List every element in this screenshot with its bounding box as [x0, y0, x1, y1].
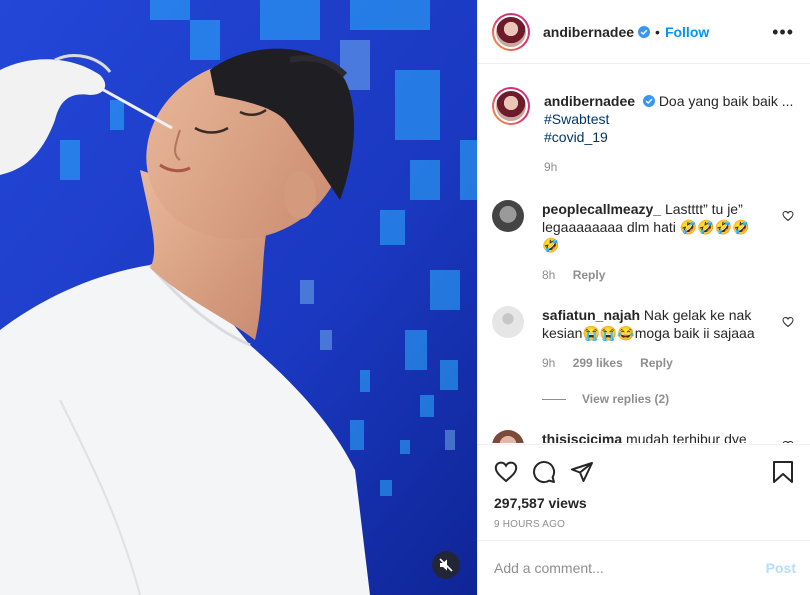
mute-button[interactable]	[432, 551, 460, 579]
speaker-muted-icon	[439, 558, 453, 572]
separator-dot: •	[655, 23, 660, 40]
author-username[interactable]: andibernadee	[543, 24, 634, 40]
comment-input[interactable]	[494, 560, 766, 576]
comment-time[interactable]: 9h	[542, 356, 555, 370]
post-video[interactable]	[0, 0, 477, 595]
commenter-avatar[interactable]	[492, 306, 524, 338]
follow-button[interactable]: Follow	[665, 24, 709, 40]
comment-text: kesian😭😭😂moga baik ii sajaaa	[542, 325, 755, 341]
comment-text: Lastttt” tu je”	[664, 201, 743, 217]
like-comment-heart-icon[interactable]	[782, 440, 794, 443]
comment-composer: Post	[478, 540, 810, 595]
comment-text: Nak gelak ke nak	[643, 307, 752, 323]
caption-text: Doa yang baik baik ...	[658, 93, 794, 109]
hashtag-link[interactable]: #Swabtest	[544, 110, 793, 128]
commenter-username[interactable]: thisiscicima	[542, 431, 622, 443]
replies-divider	[542, 398, 566, 400]
caption-username[interactable]: andibernadee	[544, 93, 635, 109]
comment-bubble-icon[interactable]	[532, 460, 556, 484]
reply-button[interactable]: Reply	[640, 356, 673, 370]
verified-badge-icon	[638, 25, 651, 38]
comment-text: mudah terhibur dye	[626, 431, 747, 443]
caption-avatar[interactable]	[492, 87, 530, 125]
commenter-avatar[interactable]	[492, 200, 524, 232]
post-comment-button[interactable]: Post	[766, 560, 796, 576]
post-timestamp[interactable]: 9 HOURS AGO	[494, 519, 794, 530]
view-replies-label: View replies (2)	[582, 392, 670, 406]
like-comment-heart-icon[interactable]	[782, 210, 794, 222]
caption: andibernadee Doa yang baik baik ... #Swa…	[492, 87, 794, 174]
view-replies-button[interactable]: View replies (2)	[542, 392, 794, 406]
reply-button[interactable]: Reply	[573, 268, 606, 282]
video-frame	[0, 0, 477, 595]
verified-badge-icon	[642, 95, 655, 107]
share-paper-plane-icon[interactable]	[570, 460, 594, 484]
author-avatar[interactable]	[492, 12, 530, 51]
like-heart-icon[interactable]	[494, 460, 518, 484]
save-bookmark-icon[interactable]	[772, 460, 794, 484]
commenter-username[interactable]: safiatun_najah	[542, 307, 640, 323]
hashtag-link[interactable]: #covid_19	[544, 128, 793, 146]
comment-item: peoplecallmeazy_ Lastttt” tu je” legaaaa…	[492, 200, 794, 282]
comment-text: 🤣	[542, 237, 560, 253]
comment-time[interactable]: 8h	[542, 268, 555, 282]
post-side-panel: andibernadee • Follow ••• andibernadee D…	[477, 0, 810, 595]
post-actions: 297,587 views 9 HOURS AGO	[478, 444, 810, 540]
commenter-username[interactable]: peoplecallmeazy_	[542, 201, 661, 217]
comment-likes[interactable]: 299 likes	[573, 356, 623, 370]
post-header: andibernadee • Follow •••	[478, 0, 810, 64]
like-comment-heart-icon[interactable]	[782, 316, 794, 328]
comment-item: safiatun_najah Nak gelak ke nak kesian😭😭…	[492, 306, 794, 370]
more-options-icon[interactable]: •••	[772, 23, 794, 41]
commenter-avatar[interactable]	[492, 430, 524, 443]
caption-time[interactable]: 9h	[544, 160, 557, 174]
comment-text: legaaaaaaaa dlm hati 🤣🤣🤣🤣	[542, 219, 750, 235]
comment-item: thisiscicima mudah terhibur dye	[492, 430, 794, 443]
view-count[interactable]: 297,587 views	[494, 495, 794, 511]
comments-list[interactable]: andibernadee Doa yang baik baik ... #Swa…	[478, 65, 810, 443]
